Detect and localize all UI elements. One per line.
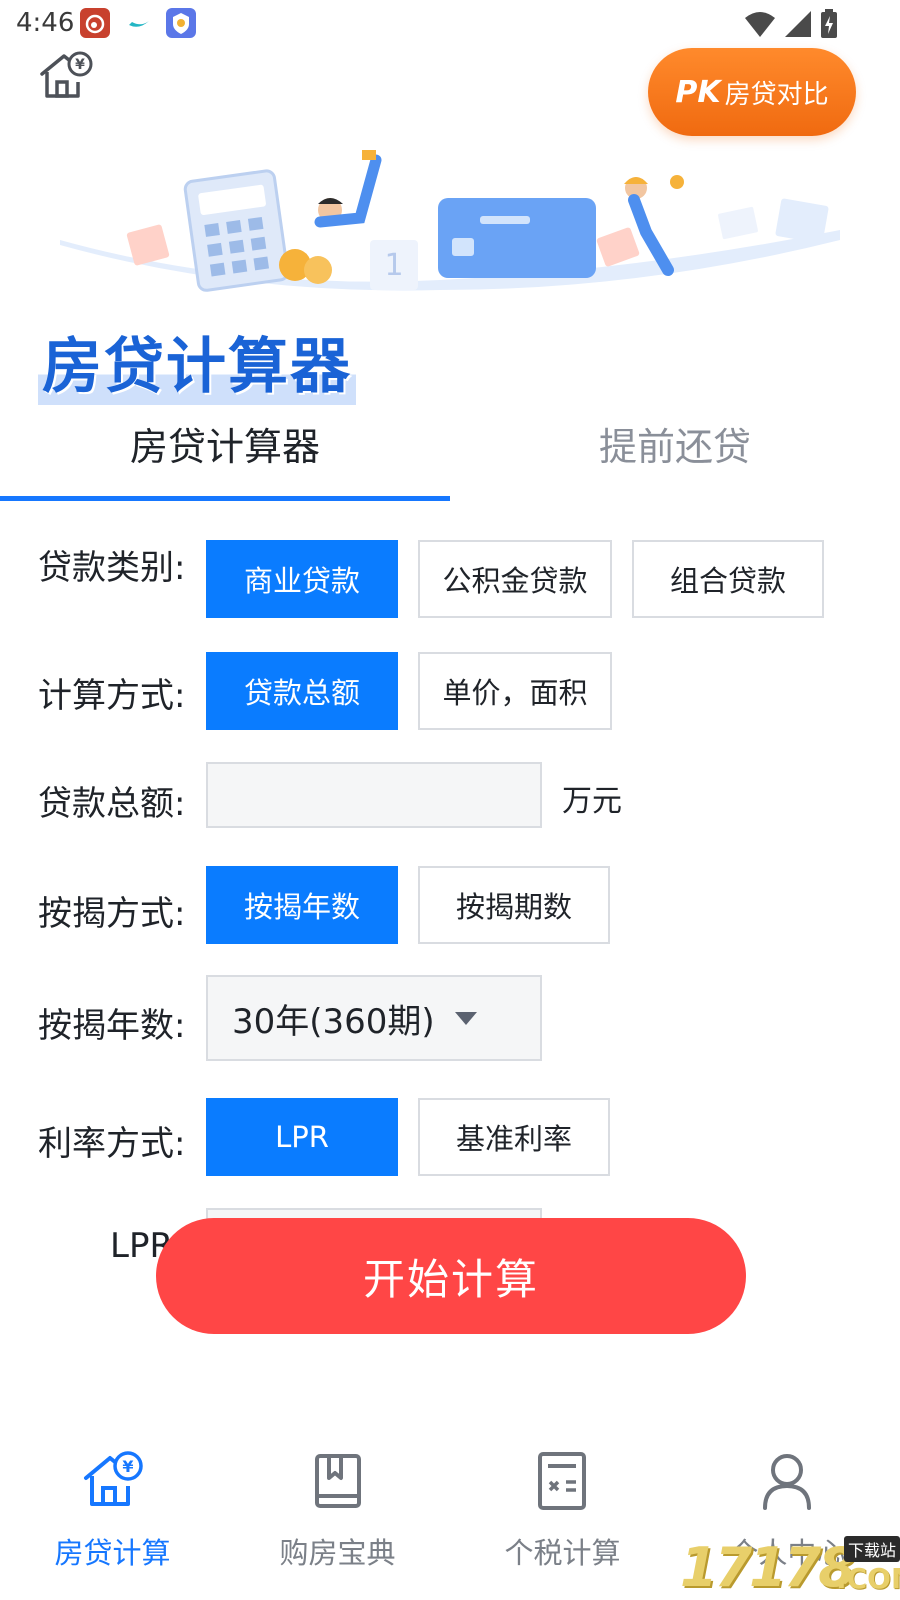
mortgage-by-years-button[interactable]: 按揭年数 (206, 866, 398, 944)
signal-icon (784, 10, 812, 42)
mortgage-by-periods-button[interactable]: 按揭期数 (418, 866, 610, 944)
loan-type-commercial-button[interactable]: 商业贷款 (206, 540, 398, 618)
pk-mark: PK (675, 74, 721, 110)
loan-amount-unit: 万元 (562, 784, 622, 819)
pk-label: 房贷对比 (724, 79, 829, 110)
start-calculation-button[interactable]: 开始计算 (156, 1218, 746, 1334)
mortgage-years-label: 按揭年数: (38, 1006, 186, 1046)
weibo-app-icon (80, 8, 110, 38)
calc-method-total-button[interactable]: 贷款总额 (206, 652, 398, 730)
wifi-icon (744, 10, 776, 42)
loan-type-label: 贷款类别: (38, 548, 186, 588)
nav-label-mortgage-calc: 房贷计算 (54, 1536, 171, 1570)
svg-text:1: 1 (384, 248, 403, 283)
nav-item-mortgage-calc[interactable]: ¥ 房贷计算 (0, 1430, 225, 1580)
tab-early-repayment[interactable]: 提前还贷 (450, 416, 900, 471)
nav-item-tax-calc[interactable]: 个税计算 (450, 1430, 675, 1580)
tab-active-underline (0, 496, 450, 501)
calc-method-unit-price-button[interactable]: 单价，面积 (418, 652, 612, 730)
loan-amount-label: 贷款总额: (38, 784, 186, 824)
loan-amount-input[interactable] (206, 762, 542, 828)
watermark-suffix: .COM (836, 1562, 900, 1595)
watermark-tag: 下载站 (844, 1536, 900, 1562)
mortgage-years-select[interactable]: 30年(360期) (206, 975, 542, 1061)
calc-method-label: 计算方式: (38, 676, 186, 716)
mortgage-compare-button[interactable]: PK 房贷对比 (648, 48, 856, 136)
shield-app-icon (166, 8, 196, 38)
tax-calculator-icon (530, 1448, 594, 1512)
watermark-number: 17178 (680, 1536, 856, 1599)
battery-icon (820, 9, 838, 43)
svg-text:¥: ¥ (122, 1457, 133, 1476)
home-yen-icon[interactable]: ¥ (38, 50, 94, 102)
house-yen-icon: ¥ (80, 1448, 144, 1512)
loan-type-provident-button[interactable]: 公积金贷款 (418, 540, 612, 618)
banner-title: 房贷计算器 (38, 318, 356, 405)
status-time: 4:46 (16, 8, 75, 38)
rate-method-lpr-button[interactable]: LPR (206, 1098, 398, 1176)
rate-method-benchmark-button[interactable]: 基准利率 (418, 1098, 610, 1176)
banner-illustration: 1 (40, 140, 860, 300)
nav-label-house-guide: 购房宝典 (279, 1536, 396, 1570)
status-bar: 4:46 (0, 0, 900, 48)
caret-down-icon (454, 1011, 477, 1025)
nav-item-house-guide[interactable]: 购房宝典 (225, 1430, 450, 1580)
mortgage-years-value: 30年(360期) (232, 1001, 435, 1042)
mortgage-method-label: 按揭方式: (38, 894, 186, 934)
bird-app-icon (124, 8, 154, 38)
book-icon (305, 1448, 369, 1512)
tab-bar: 房贷计算器 提前还贷 (0, 400, 900, 504)
nav-label-tax-calc: 个税计算 (504, 1536, 621, 1570)
person-icon (755, 1448, 819, 1512)
site-watermark: 17178 下载站 .COM (676, 1536, 900, 1600)
tab-mortgage-calculator[interactable]: 房贷计算器 (0, 416, 450, 471)
rate-method-label: 利率方式: (38, 1124, 186, 1164)
svg-text:¥: ¥ (75, 57, 85, 73)
loan-type-combined-button[interactable]: 组合贷款 (632, 540, 824, 618)
